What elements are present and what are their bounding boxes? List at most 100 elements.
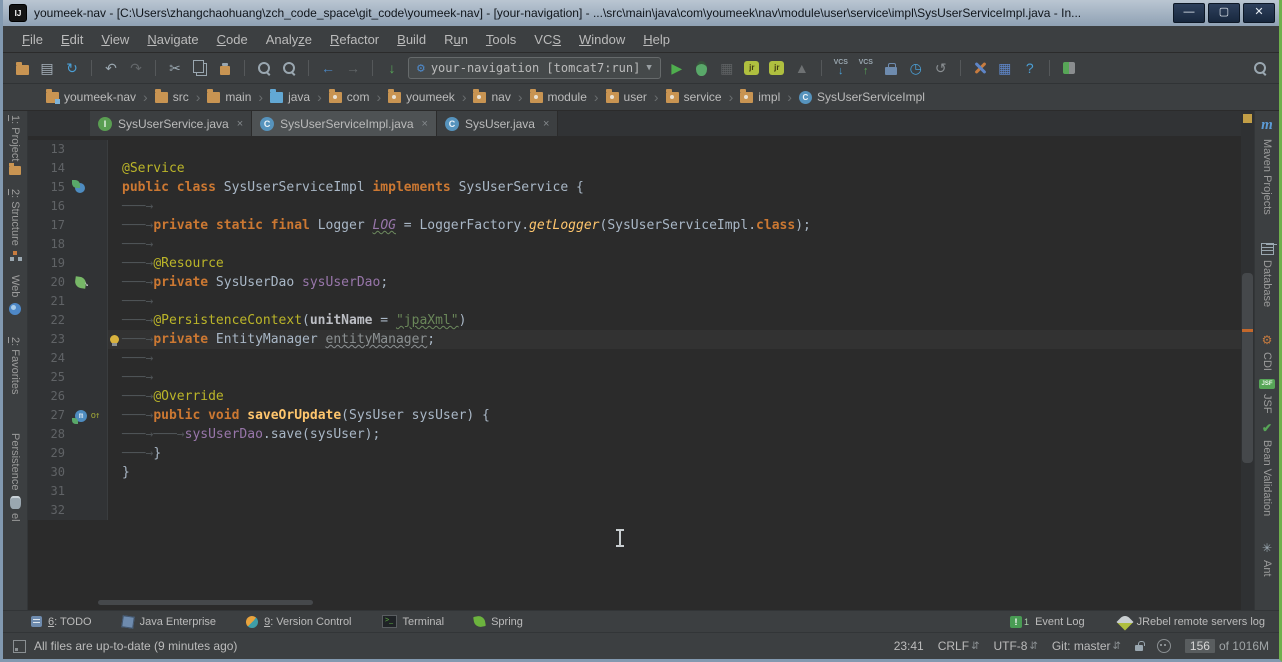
tool-stripe-persistence[interactable]: Persistence [9, 433, 21, 508]
menu-item-file[interactable]: File [13, 28, 52, 51]
run-button[interactable]: ▶ [668, 58, 686, 78]
paste-icon[interactable] [216, 58, 234, 78]
search-everywhere-icon[interactable] [1251, 58, 1269, 78]
warning-stripe-mark[interactable] [1243, 114, 1252, 123]
run-configuration-select[interactable]: ⚙ your-navigation [tomcat7:run] ▼ [408, 57, 661, 79]
profiler-button[interactable]: ▲ [793, 58, 811, 78]
implemented-icon[interactable] [75, 183, 85, 193]
tool-stripe-2-favorites[interactable]: 2: Favorites [9, 337, 21, 399]
toolwindow-button-event-log[interactable]: 1Event Log [1010, 616, 1085, 628]
tab-sysuserservice-java[interactable]: ISysUserService.java× [90, 111, 252, 136]
jrebel-run-button[interactable]: jr [743, 58, 761, 78]
undo-icon[interactable]: ↶ [102, 58, 120, 78]
toolwindow-toggle-icon[interactable] [13, 640, 26, 653]
lock-icon[interactable] [1135, 645, 1143, 651]
inspection-profile-icon[interactable] [1157, 639, 1171, 653]
breadcrumb-item-youmeek-nav[interactable]: youmeek-nav [43, 88, 139, 106]
menu-item-build[interactable]: Build [388, 28, 435, 51]
menu-item-tools[interactable]: Tools [477, 28, 525, 51]
project-structure-icon[interactable]: ▦ [996, 58, 1014, 78]
encoding-select[interactable]: UTF-8 ⇵ [993, 639, 1037, 653]
breadcrumb-item-java[interactable]: java [267, 88, 313, 106]
line-separator-select[interactable]: CRLF ⇵ [938, 639, 980, 653]
lightbulb-icon[interactable] [110, 335, 119, 344]
copy-icon[interactable] [191, 58, 209, 78]
memory-indicator[interactable]: 156 of 1016M [1185, 639, 1269, 653]
find-icon[interactable] [255, 58, 273, 78]
vcs-update-button[interactable]: VCS↓ [832, 58, 850, 78]
tool-stripe-el[interactable]: el [9, 513, 21, 522]
tool-stripe-database[interactable]: Database [1261, 243, 1274, 307]
menu-item-refactor[interactable]: Refactor [321, 28, 388, 51]
breadcrumb-item-main[interactable]: main [204, 88, 254, 106]
breadcrumb-item-youmeek[interactable]: youmeek [385, 88, 458, 106]
menu-item-navigate[interactable]: Navigate [138, 28, 207, 51]
rollback-icon[interactable]: ↺ [932, 58, 950, 78]
menu-item-vcs[interactable]: VCS [525, 28, 570, 51]
recent-changes-icon[interactable]: ◷ [907, 58, 925, 78]
breadcrumb-item-com[interactable]: com [326, 88, 373, 106]
tool-stripe-ant[interactable]: ✳Ant [1261, 541, 1273, 577]
git-branch-select[interactable]: Git: master ⇵ [1052, 639, 1121, 653]
toolwindow-button-spring[interactable]: Spring [474, 615, 523, 628]
tool-stripe-web[interactable]: Web [9, 275, 21, 314]
tab-sysuserserviceimpl-java[interactable]: CSysUserServiceImpl.java× [252, 111, 437, 136]
close-button[interactable]: ✕ [1243, 3, 1275, 23]
breadcrumb-item-sysuserserviceimpl[interactable]: SysUserServiceImpl [796, 88, 928, 106]
help-icon[interactable]: ? [1021, 58, 1039, 78]
back-icon[interactable]: ← [319, 58, 337, 78]
toolwindow-button-9-version-control[interactable]: 9: Version Control [246, 615, 351, 628]
toolwindow-button-terminal[interactable]: Terminal [382, 615, 445, 628]
debug-button[interactable] [693, 58, 711, 78]
minimize-button[interactable]: — [1173, 3, 1205, 23]
tab-sysuser-java[interactable]: CSysUser.java× [437, 111, 558, 136]
cut-icon[interactable]: ✂ [166, 58, 184, 78]
maximize-button[interactable]: ▢ [1208, 3, 1240, 23]
spring-bean-icon[interactable] [74, 276, 86, 288]
menu-item-window[interactable]: Window [570, 28, 634, 51]
caret-stripe-mark[interactable] [1242, 329, 1253, 332]
tool-stripe-cdi[interactable]: ⚙CDI [1261, 333, 1273, 371]
tool-stripe-jsf[interactable]: JSFJSF [1259, 379, 1274, 414]
shelve-icon[interactable] [882, 58, 900, 78]
impl-method-icon[interactable] [75, 410, 87, 422]
toolwindow-button-java-enterprise[interactable]: Java Enterprise [122, 615, 216, 628]
menu-item-analyze[interactable]: Analyze [257, 28, 321, 51]
editor-scrollbar[interactable] [1241, 111, 1254, 610]
menu-item-edit[interactable]: Edit [52, 28, 92, 51]
open-project-icon[interactable] [13, 58, 31, 78]
breadcrumb-item-nav[interactable]: nav [470, 88, 513, 106]
replace-icon[interactable] [280, 58, 298, 78]
breadcrumb-item-user[interactable]: user [603, 88, 650, 106]
close-icon[interactable]: × [543, 118, 549, 130]
save-all-icon[interactable]: ▤ [38, 58, 56, 78]
redo-icon[interactable]: ↷ [127, 58, 145, 78]
horizontal-scrollbar-thumb[interactable] [98, 600, 313, 605]
breadcrumb-item-impl[interactable]: impl [737, 88, 783, 106]
breadcrumb-item-service[interactable]: service [663, 88, 725, 106]
breadcrumb-item-module[interactable]: module [527, 88, 590, 106]
coverage-button[interactable]: ▦ [718, 58, 736, 78]
tool-stripe-1-project[interactable]: 1: Project [9, 115, 21, 175]
caret-position[interactable]: 23:41 [894, 639, 924, 653]
override-up-icon[interactable] [89, 410, 101, 422]
forward-icon[interactable]: → [344, 58, 362, 78]
vcs-commit-button[interactable]: VCS↑ [857, 58, 875, 78]
toolwindow-button-jrebel-remote-servers-log[interactable]: JRebel remote servers log [1119, 616, 1265, 628]
menu-item-view[interactable]: View [92, 28, 138, 51]
synchronize-icon[interactable]: ↻ [63, 58, 81, 78]
menu-item-help[interactable]: Help [634, 28, 679, 51]
menu-item-run[interactable]: Run [435, 28, 477, 51]
tool-stripe-maven-projects[interactable]: mMaven Projects [1261, 117, 1273, 215]
toolwindow-button-6-todo[interactable]: 6: TODO [31, 615, 92, 628]
menu-item-code[interactable]: Code [208, 28, 257, 51]
tool-stripe-2-structure[interactable]: 2: Structure [9, 189, 21, 261]
vertical-scrollbar-thumb[interactable] [1242, 273, 1253, 463]
jrebel-config-icon[interactable] [1060, 58, 1078, 78]
tool-stripe-bean-validation[interactable]: ✔Bean Validation [1261, 421, 1273, 516]
code-editor[interactable]: 1314@Service15public class SysUserServic… [28, 137, 1241, 610]
breadcrumb-item-src[interactable]: src [152, 88, 192, 106]
settings-icon[interactable] [971, 58, 989, 78]
jrebel-debug-button[interactable]: jr [768, 58, 786, 78]
close-icon[interactable]: × [422, 118, 428, 130]
